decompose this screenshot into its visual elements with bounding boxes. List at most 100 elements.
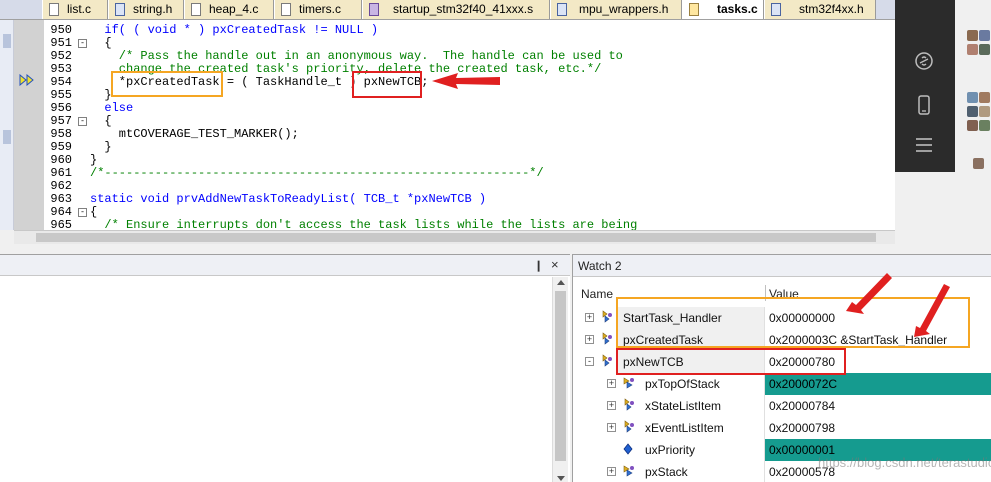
watch-var-name: pxNewTCB [623,355,684,369]
tab-heap-4-c[interactable]: heap_4.c [184,0,274,19]
column-separator[interactable] [765,285,766,301]
code-editor[interactable]: 950 if( ( void * ) pxCreatedTask != NULL… [0,20,895,230]
file-h-icon [557,3,567,16]
tab-stm32f4xx-h[interactable]: stm32f4xx.h [764,0,876,19]
tab-string-h[interactable]: string.h [108,0,184,19]
code-line[interactable]: 950 if( ( void * ) pxCreatedTask != NULL… [0,24,895,37]
watch-row[interactable]: + StartTask_Handler 0x00000000 [573,307,991,329]
output-pane: ❙ × [0,254,570,482]
tab-label: stm32f4xx.h [799,2,864,16]
struct-var-icon [624,420,634,433]
pane-vertical-scrollbar[interactable] [552,277,568,482]
avatar [979,44,990,55]
code-line[interactable]: 965 /* Ensure interrupts don't access th… [0,218,895,231]
side-toolbar [895,0,955,172]
expand-icon[interactable]: + [585,335,594,344]
column-header-value[interactable]: Value [769,287,799,301]
watch-row[interactable]: + xEventListItem 0x20000798 [573,417,991,439]
avatar [973,158,984,169]
line-number: 965 [50,218,72,231]
watch-row[interactable]: - pxNewTCB 0x20000780 [573,351,991,373]
diamond-var-icon [623,443,633,455]
watch-title: Watch 2 [578,259,622,273]
fold-toggle-icon[interactable]: - [78,117,87,126]
watch-var-value[interactable]: 0x20000780 [764,351,991,373]
expand-icon[interactable]: + [607,467,616,476]
watch-var-name: pxStack [645,465,688,479]
tab-timers-c[interactable]: timers.c [274,0,362,19]
close-icon[interactable]: × [551,257,559,272]
watch-var-name: uxPriority [645,443,696,457]
column-header-name[interactable]: Name [581,287,613,301]
fold-toggle-icon[interactable]: - [78,208,87,217]
file-asm-icon [369,3,379,16]
tab-tasks-c[interactable]: tasks.c [682,0,764,19]
tab-startup-s[interactable]: startup_stm32f40_41xxx.s [362,0,550,19]
collapse-icon[interactable]: - [585,357,594,366]
watch-var-name: pxCreatedTask [623,333,704,347]
code-line[interactable]: 955 } [0,89,895,102]
pane-header: ❙ × [0,255,570,276]
pointer-var-icon [623,465,634,477]
code-text: static void prvAddNewTaskToReadyList( TC… [90,192,487,206]
expand-icon[interactable]: + [607,379,616,388]
code-line[interactable]: 956 else [0,102,895,115]
watch-header: Watch 2 [573,255,991,277]
tab-label: timers.c [299,2,341,16]
avatar [967,106,978,117]
code-text: mtCOVERAGE_TEST_MARKER(); [90,127,299,141]
watch-var-value[interactable]: 0x2000072C [764,373,991,395]
avatar [979,30,990,41]
code-line[interactable]: 959 } [0,141,895,154]
avatar [967,120,978,131]
avatar [979,106,990,117]
watch-var-value[interactable]: 0x00000000 [764,307,991,329]
file-c-icon [49,3,59,16]
file-c-icon [281,3,291,16]
mobile-phone-icon[interactable] [913,94,935,116]
tab-label: list.c [67,2,91,16]
expand-icon[interactable]: + [607,401,616,410]
file-c-icon [191,3,201,16]
watch-var-value[interactable]: 0x20000784 [764,395,991,417]
code-text: /*--------------------------------------… [90,166,544,180]
scroll-down-icon[interactable] [557,476,565,481]
scrollbar-thumb[interactable] [555,291,566,461]
watch-row[interactable]: + pxTopOfStack 0x2000072C [573,373,991,395]
pin-icon[interactable]: ❙ [534,259,543,272]
scrollbar-thumb[interactable] [36,233,876,242]
watch-var-value[interactable]: 0x20000798 [764,417,991,439]
scroll-up-icon[interactable] [557,280,565,285]
avatar-thumbnails [955,0,991,172]
fold-toggle-icon[interactable]: - [78,39,87,48]
struct-var-icon [602,354,612,367]
struct-var-icon [624,398,634,411]
code-line[interactable]: 961/*-----------------------------------… [0,167,895,180]
expand-icon[interactable]: + [607,423,616,432]
link-icon[interactable] [913,50,935,72]
code-line[interactable]: 954 *pxCreatedTask = ( TaskHandle_t ) px… [0,76,895,89]
file-h-icon [115,3,125,16]
watch-var-value[interactable]: 0x2000003C &StartTask_Handler [764,329,991,351]
struct-var-icon [602,310,612,323]
watch-window: Watch 2 Name Value + StartTask_Handler 0x0… [572,254,991,482]
expand-icon[interactable]: + [585,313,594,322]
watch-row[interactable]: + xStateListItem 0x20000784 [573,395,991,417]
code-line[interactable]: 963 static void prvAddNewTaskToReadyList(… [0,193,895,206]
avatar [967,92,978,103]
avatar [979,92,990,103]
avatar [979,120,990,131]
watch-row[interactable]: + pxCreatedTask 0x2000003C &StartTask_Hand… [573,329,991,351]
hamburger-menu-icon[interactable] [913,134,935,156]
editor-horizontal-scrollbar[interactable] [14,230,895,244]
file-h-icon [771,3,781,16]
struct-var-icon [602,332,612,345]
side-filler [895,172,991,244]
tab-mpu-wrappers-h[interactable]: mpu_wrappers.h [550,0,682,19]
current-line-arrow-icon [19,74,34,86]
tab-list-c[interactable]: list.c [42,0,108,19]
avatar [967,30,978,41]
watch-var-name: xEventListItem [645,421,724,435]
code-line[interactable]: 958 mtCOVERAGE_TEST_MARKER(); [0,128,895,141]
code-text: if( ( void * ) pxCreatedTask != NULL ) [90,23,379,37]
